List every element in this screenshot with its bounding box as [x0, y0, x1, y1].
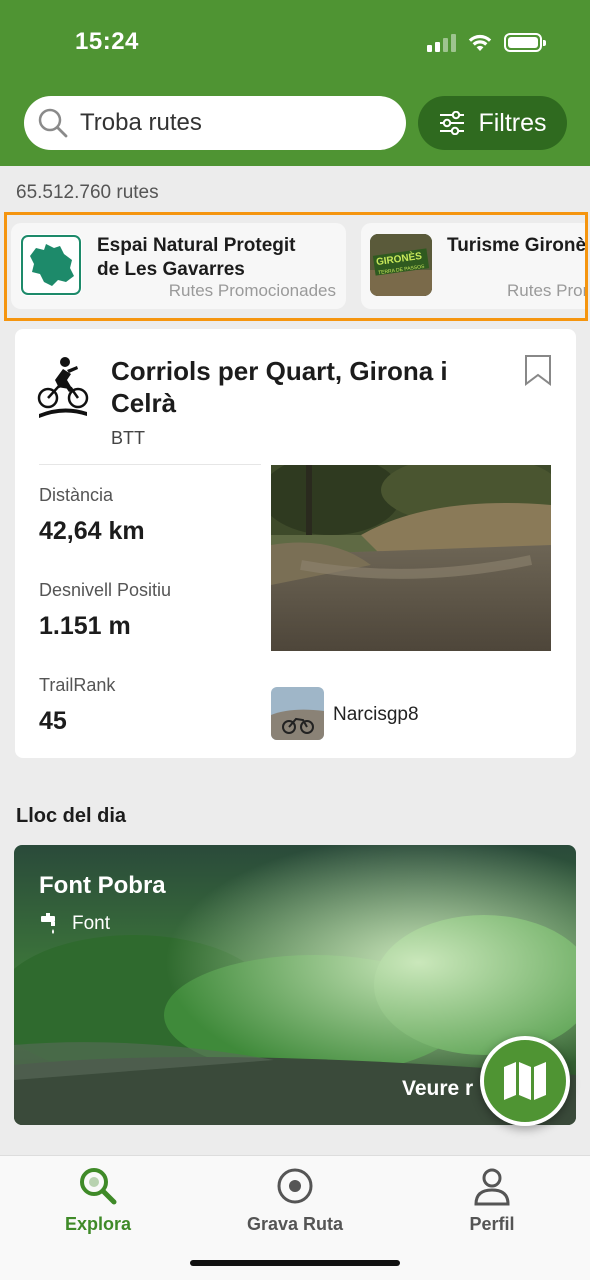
record-icon	[277, 1168, 313, 1204]
nav-explore[interactable]: Explora	[23, 1164, 173, 1235]
place-name: Font Pobra	[39, 872, 166, 899]
map-icon	[504, 1062, 546, 1100]
nav-label: Perfil	[469, 1214, 515, 1234]
stat-value: 1.151 m	[39, 612, 131, 640]
promoted-card[interactable]: GIRONÈS TERRA DE PASSOS Turisme Gironès …	[361, 223, 588, 309]
search-icon	[38, 108, 68, 138]
filters-label: Filtres	[478, 108, 547, 137]
status-time: 15:24	[75, 28, 139, 55]
route-count: 65.512.760 rutes	[16, 182, 159, 203]
user-icon	[474, 1168, 510, 1206]
home-indicator	[190, 1260, 400, 1266]
route-card[interactable]: Corriols per Quart, Girona i Celrà BTT D…	[15, 329, 576, 758]
stat-label: Distància	[39, 485, 114, 505]
stat-label: TrailRank	[39, 675, 116, 695]
promoted-card[interactable]: Espai Natural Protegit de Les Gavarres R…	[11, 223, 346, 309]
search-field[interactable]: Troba rutes	[24, 96, 406, 150]
section-title: Lloc del dia	[16, 805, 127, 827]
promoted-title: Turisme Gironès	[447, 235, 588, 256]
stat-value: 42,64 km	[39, 517, 145, 545]
author-name[interactable]: Narcisgp8	[333, 704, 419, 726]
wifi-icon	[468, 34, 492, 51]
promoted-subtitle: Rutes Promocionades	[507, 281, 585, 300]
nav-profile[interactable]: Perfil	[417, 1164, 567, 1235]
place-type: Font	[72, 913, 111, 934]
cellular-signal-icon	[427, 33, 456, 52]
route-activity: BTT	[111, 428, 145, 448]
mountain-bike-icon	[37, 357, 89, 418]
nav-label: Grava Ruta	[246, 1214, 344, 1234]
search-icon	[80, 1168, 117, 1205]
girones-logo: GIRONÈS TERRA DE PASSOS	[370, 234, 432, 296]
route-title[interactable]: Corriols per Quart, Girona i Celrà	[111, 355, 491, 419]
bookmark-icon[interactable]	[523, 354, 553, 386]
author-avatar[interactable]	[271, 687, 324, 740]
water-tap-icon	[41, 913, 55, 934]
stat-label: Desnivell Positiu	[39, 580, 172, 600]
nav-record[interactable]: Grava Ruta	[220, 1164, 370, 1235]
status-icons	[427, 33, 546, 52]
route-photo[interactable]	[271, 465, 551, 651]
gavarres-logo	[20, 234, 82, 296]
filters-button[interactable]: Filtres	[418, 96, 567, 150]
sliders-icon	[440, 111, 465, 135]
promoted-title: Espai Natural Protegit de Les Gavarres	[97, 235, 296, 280]
divider	[39, 464, 261, 465]
battery-icon	[504, 33, 546, 52]
map-button[interactable]	[480, 1036, 570, 1126]
promoted-carousel[interactable]: Espai Natural Protegit de Les Gavarres R…	[4, 212, 588, 321]
promoted-subtitle: Rutes Promocionades	[168, 281, 336, 300]
app-header: 15:24 Troba rutes Filtres	[0, 0, 590, 166]
view-link[interactable]: Veure r	[402, 1077, 473, 1101]
nav-label: Explora	[64, 1214, 132, 1234]
stat-value: 45	[39, 707, 67, 735]
search-placeholder: Troba rutes	[80, 109, 202, 136]
